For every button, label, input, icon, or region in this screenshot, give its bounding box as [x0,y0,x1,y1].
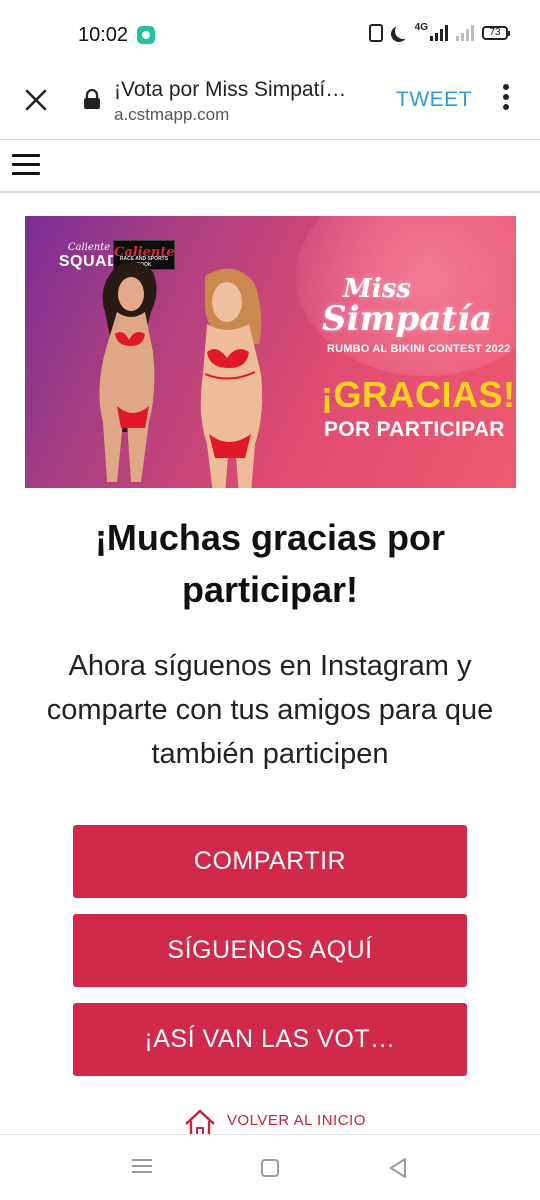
close-icon[interactable] [24,88,48,112]
page-title: ¡Vota por Miss Simpatí… [114,78,347,101]
por-participar-text: POR PARTICIPAR [324,418,505,441]
vibrate-icon [368,24,383,42]
recent-apps-icon[interactable] [132,1159,152,1175]
bikini-contest-caption: RUMBO AL BIKINI CONTEST 2022 [327,343,511,355]
site-nav [0,141,540,193]
hamburger-menu-icon[interactable] [12,154,40,176]
gracias-text: ¡GRACIAS! [321,374,516,415]
signal-icon [430,25,448,41]
follow-instructions-text: Ahora síguenos en Instagram y comparte c… [46,650,494,770]
more-options-icon[interactable] [499,84,513,116]
siguenos-button[interactable]: SÍGUENOS AQUÍ [73,914,467,987]
network-type: 4G [414,21,428,33]
browser-toolbar: ¡Vota por Miss Simpatí… a.cstmapp.com TW… [0,70,540,140]
status-icons: 4G 73 [368,21,510,42]
system-navigation-bar [0,1134,540,1200]
back-icon[interactable] [388,1157,408,1179]
lock-icon [84,89,100,109]
promo-banner: Caliente SQUAD Caliente RACE AND SPORTS … [25,216,516,488]
back-to-home-label: VOLVER AL INICIO [227,1112,366,1129]
votes-results-button[interactable]: ¡ASÍ VAN LAS VOT… [73,1003,467,1076]
page-url: a.cstmapp.com [114,105,230,124]
home-icon [185,1109,215,1136]
status-time: 10:02 [78,24,129,46]
do-not-disturb-icon [395,23,411,39]
home-button-icon[interactable] [261,1159,279,1177]
message-notification-icon [137,26,155,44]
compartir-button[interactable]: COMPARTIR [73,825,467,898]
tweet-button[interactable]: TWEET [396,88,472,112]
status-bar: 10:02 4G 73 [0,0,540,70]
battery-icon: 73 [482,26,510,40]
miss-simpatia-title: Miss Simpatía [322,274,492,339]
signal-secondary-icon [456,25,474,41]
thank-you-heading: ¡Muchas gracias por participar! [94,517,446,610]
